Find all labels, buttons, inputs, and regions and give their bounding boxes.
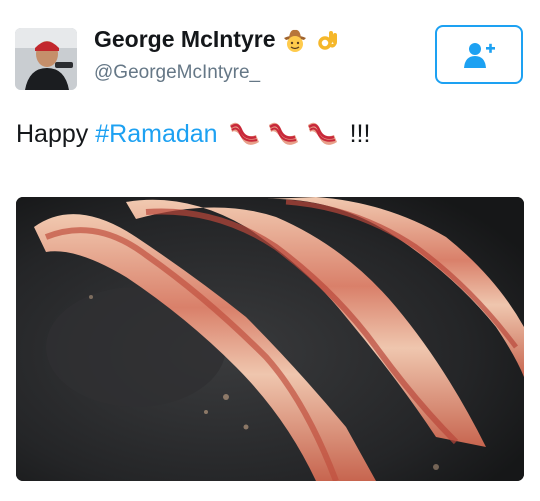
- bacon-icon: [268, 122, 298, 145]
- bacon-icon: [307, 122, 337, 145]
- ok-hand-icon: [317, 30, 337, 50]
- bacon-icon: [229, 122, 259, 145]
- bacon-in-pan-photo: [16, 197, 524, 481]
- user-handle[interactable]: @GeorgeMcIntyre_: [94, 62, 260, 84]
- avatar[interactable]: [15, 28, 77, 90]
- tweet-card: George McIntyre @GeorgeMcIntyre_ Happy #…: [0, 0, 540, 501]
- display-name-row[interactable]: George McIntyre: [94, 26, 340, 53]
- tweet-media-photo[interactable]: [16, 197, 524, 481]
- tweet-text-suffix: !!!: [349, 119, 371, 148]
- tweet-text: Happy #Ramadan !!!: [16, 117, 370, 151]
- hashtag-link[interactable]: #Ramadan: [95, 120, 217, 149]
- display-name[interactable]: George McIntyre: [94, 26, 276, 53]
- avatar-photo: [15, 28, 77, 90]
- cowboy-face-icon: [283, 29, 306, 52]
- tweet-text-prefix: Happy: [16, 119, 89, 148]
- add-user-icon: [464, 42, 495, 68]
- bacon-emojis: [226, 117, 340, 151]
- follow-button[interactable]: [435, 25, 523, 84]
